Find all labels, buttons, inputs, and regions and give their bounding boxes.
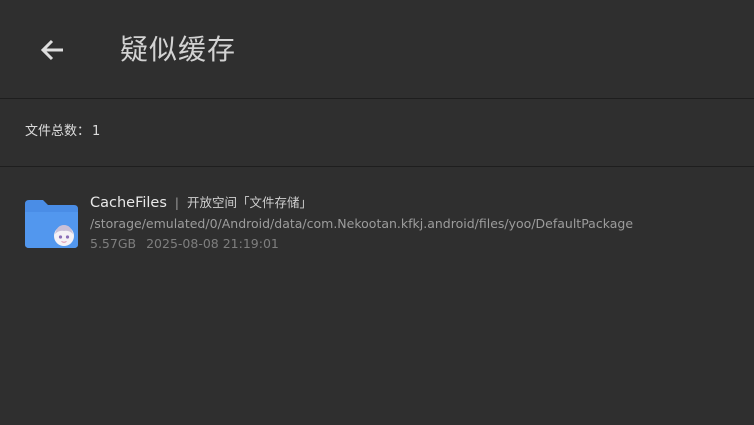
- app-screen: 疑似缓存 文件总数： 1 CacheFiles | 开放空间「文件存储」 /stora…: [0, 0, 754, 425]
- folder-icon: [25, 200, 78, 248]
- header-divider: [0, 98, 754, 99]
- page-title: 疑似缓存: [120, 33, 237, 66]
- back-button[interactable]: [30, 28, 76, 72]
- arrow-left-icon: [40, 39, 63, 61]
- file-date: 2025-08-08 21:19:01: [146, 236, 279, 251]
- separator: |: [174, 196, 179, 210]
- header: 疑似缓存: [0, 0, 754, 98]
- file-path: /storage/emulated/0/Android/data/com.Nek…: [90, 216, 634, 231]
- file-size: 5.57GB: [90, 236, 137, 251]
- file-meta: 5.57GB 2025-08-08 21:19:01: [90, 235, 279, 253]
- file-name: CacheFiles: [90, 195, 167, 211]
- file-description: 开放空间「文件存储」: [186, 195, 312, 210]
- summary-divider: [0, 166, 754, 167]
- list-item[interactable]: CacheFiles | 开放空间「文件存储」 /storage/emulated/…: [0, 186, 754, 264]
- file-count-summary: 文件总数： 1: [25, 122, 100, 142]
- file-title-line: CacheFiles | 开放空间「文件存储」: [90, 192, 312, 214]
- file-count-value: 1: [92, 124, 101, 139]
- file-count-label: 文件总数：: [25, 124, 91, 139]
